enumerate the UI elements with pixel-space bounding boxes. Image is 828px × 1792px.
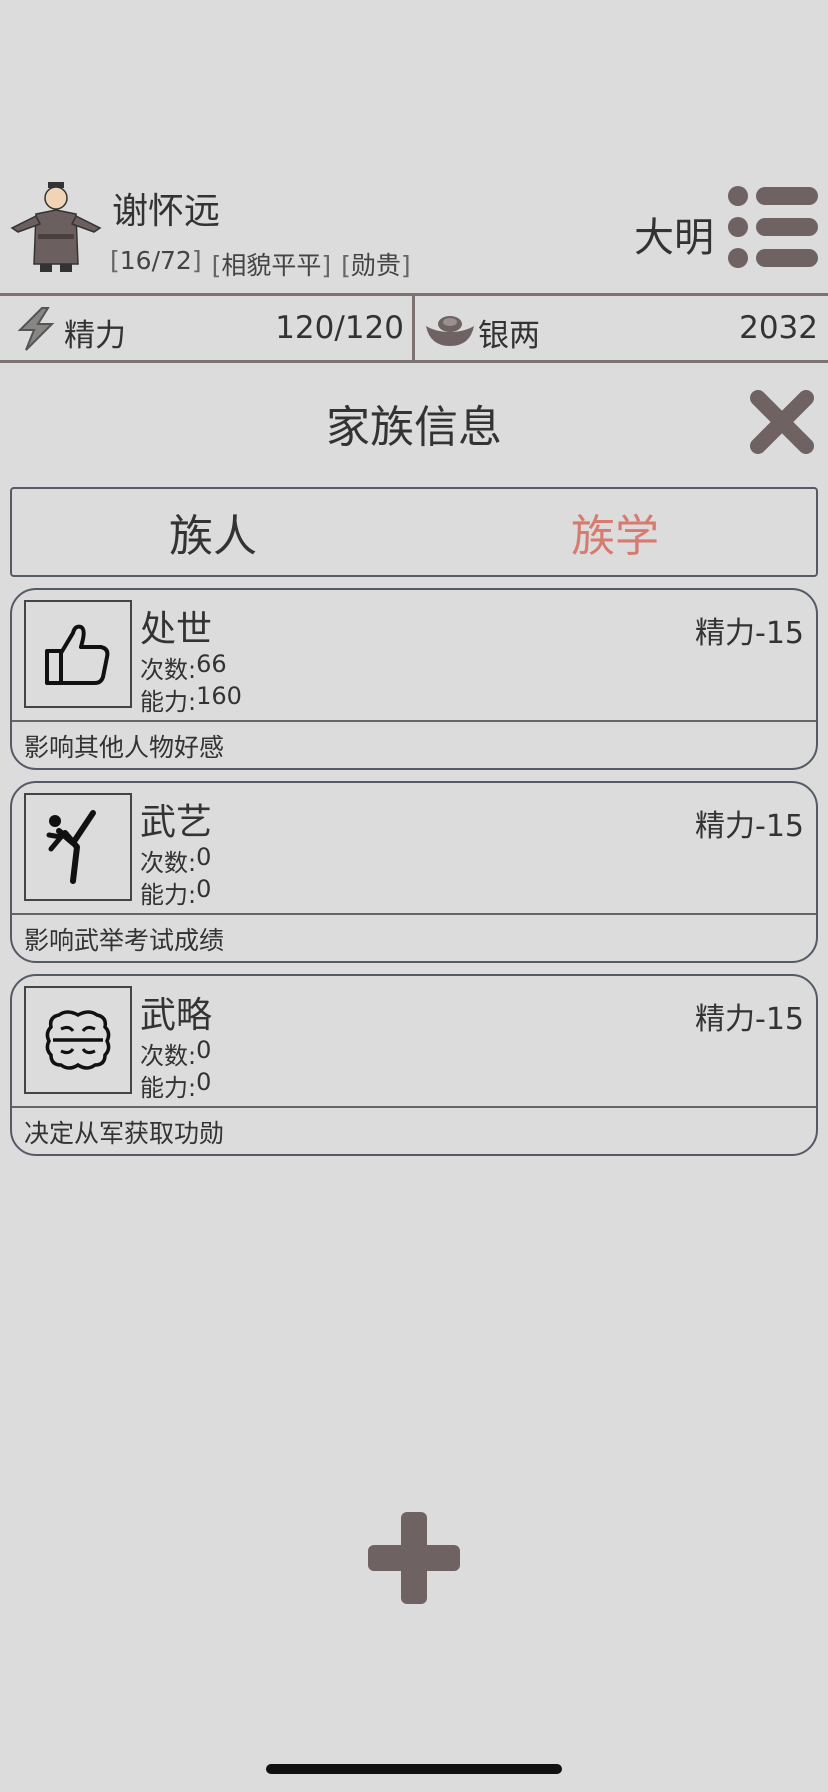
home-indicator[interactable] xyxy=(266,1764,562,1774)
count-value: 66 xyxy=(196,650,227,678)
silver-value: 2032 xyxy=(739,310,818,346)
ability-value: 0 xyxy=(196,875,212,903)
count-label: 次数: xyxy=(140,656,197,684)
tab-bar: 族人 族学 xyxy=(10,487,818,577)
skill-count: 次数: 0 xyxy=(140,843,211,878)
appearance-tag: 相貌平平 xyxy=(212,246,332,282)
tab-clan-school[interactable]: 族学 xyxy=(414,489,816,575)
skill-description: 影响武举考试成绩 xyxy=(24,926,225,955)
count-value: 0 xyxy=(196,1036,212,1064)
skill-card[interactable]: 武略 精力-15 次数: 0 能力: 0 决定从军获取功勋 xyxy=(10,974,818,1156)
skill-card[interactable]: 处世 精力-15 次数: 66 能力: 160 影响其他人物好感 xyxy=(10,588,818,770)
skill-count: 次数: 66 xyxy=(140,650,227,685)
ability-label: 能力: xyxy=(140,688,197,716)
silver-ingot-icon xyxy=(424,306,474,352)
skill-cost: 精力-15 xyxy=(695,1002,804,1037)
count-value: 0 xyxy=(196,843,212,871)
stamina-label: 精力 xyxy=(64,318,126,354)
add-button[interactable] xyxy=(368,1512,460,1604)
plus-icon xyxy=(368,1512,460,1604)
skill-ability: 能力: 0 xyxy=(140,1068,211,1103)
skill-count: 次数: 0 xyxy=(140,1036,211,1071)
ability-value: 0 xyxy=(196,1068,212,1096)
card-divider xyxy=(12,1106,816,1108)
close-icon xyxy=(750,390,814,454)
thumbs-up-icon xyxy=(24,600,132,708)
lightning-icon xyxy=(12,306,60,352)
dynasty-label: 大明 xyxy=(634,215,714,261)
ability-value: 160 xyxy=(196,682,242,710)
ability-label: 能力: xyxy=(140,1074,197,1102)
skill-description: 影响其他人物好感 xyxy=(24,733,225,762)
character-name: 谢怀远 xyxy=(112,191,221,232)
stats-divider xyxy=(412,296,415,360)
skill-ability: 能力: 0 xyxy=(140,875,211,910)
tab-clan-members[interactable]: 族人 xyxy=(12,489,414,575)
skill-cost: 精力-15 xyxy=(695,809,804,844)
panel-title: 家族信息 xyxy=(326,402,502,453)
skill-cost: 精力-15 xyxy=(695,616,804,651)
menu-list-icon xyxy=(728,186,818,268)
skill-name: 武略 xyxy=(140,995,213,1036)
close-button[interactable] xyxy=(748,388,816,456)
skill-ability: 能力: 160 xyxy=(140,682,242,717)
count-label: 次数: xyxy=(140,1042,197,1070)
menu-button[interactable] xyxy=(726,186,820,268)
ability-label: 能力: xyxy=(140,881,197,909)
skill-name: 武艺 xyxy=(140,802,213,843)
skill-card[interactable]: 武艺 精力-15 次数: 0 能力: 0 影响武举考试成绩 xyxy=(10,781,818,963)
skill-description: 决定从军获取功勋 xyxy=(24,1119,225,1148)
character-avatar[interactable] xyxy=(8,180,104,280)
age-tag: 16/72 xyxy=(110,246,202,282)
card-divider xyxy=(12,720,816,722)
rank-tag: 勋贵 xyxy=(341,246,411,282)
martial-arts-kick-icon xyxy=(24,793,132,901)
card-divider xyxy=(12,913,816,915)
stamina-value: 120/120 xyxy=(275,310,404,346)
silver-label: 银两 xyxy=(478,318,540,354)
character-tags: 16/72 相貌平平 勋贵 xyxy=(110,246,411,282)
count-label: 次数: xyxy=(140,849,197,877)
brain-icon xyxy=(24,986,132,1094)
skill-name: 处世 xyxy=(140,609,213,650)
